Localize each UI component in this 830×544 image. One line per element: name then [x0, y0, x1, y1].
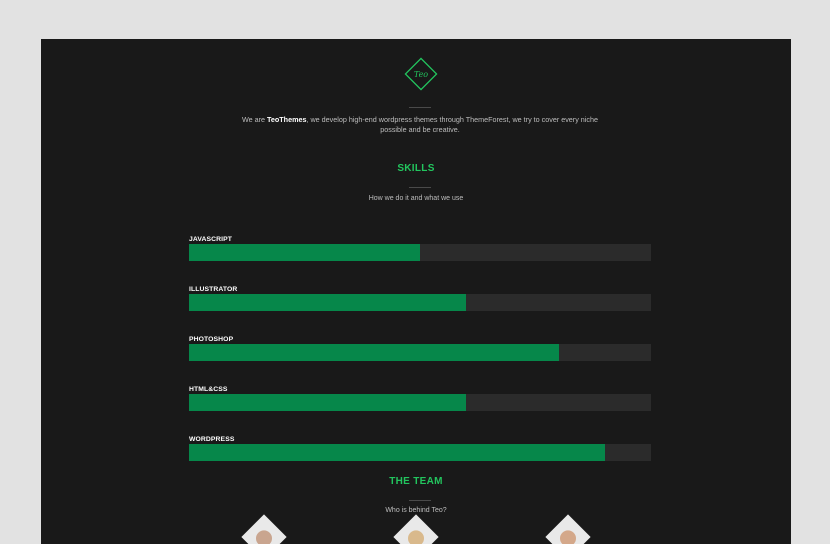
team-subtitle: Who is behind Teo? [385, 507, 447, 514]
skill-wordpress: WORDPRESS [189, 435, 651, 461]
avatar [408, 530, 424, 544]
team-member-photo[interactable] [393, 514, 439, 544]
logo-divider [409, 107, 431, 108]
team-title: THE TEAM [389, 476, 443, 487]
skill-label: JAVASCRIPT [189, 236, 233, 243]
skill-bar-fill [189, 244, 420, 261]
skill-bar-fill [189, 294, 467, 311]
skill-label: PHOTOSHOP [189, 336, 234, 343]
intro-suffix: , we develop high-end wordpress themes t… [306, 115, 598, 134]
intro-prefix: We are [242, 115, 268, 124]
skills-subtitle: How we do it and what we use [368, 195, 464, 202]
intro-brand: TeoThemes [267, 115, 307, 124]
skill-bar-track [189, 294, 651, 311]
skills-divider [409, 187, 431, 188]
intro-text: We are TeoThemes, we develop high-end wo… [241, 115, 599, 134]
skill-label: WORDPRESS [189, 436, 235, 443]
team-divider [409, 500, 431, 501]
skill-bar-track [189, 344, 651, 361]
team-member-photo[interactable] [241, 514, 287, 544]
avatar [256, 530, 272, 544]
team-member-photo[interactable] [545, 514, 591, 544]
skill-javascript: JAVASCRIPT [189, 235, 651, 261]
skills-title: SKILLS [397, 163, 435, 174]
about-section: Teo We are TeoThemes, we develop high-en… [41, 39, 791, 544]
skill-bar-track [189, 394, 651, 411]
avatar [560, 530, 576, 544]
skill-illustrator: ILLUSTRATOR [189, 285, 651, 311]
skill-label: HTML&CSS [189, 386, 228, 393]
logo-diamond-icon: Teo [404, 57, 438, 91]
logo-text: Teo [414, 70, 428, 79]
skill-html-css: HTML&CSS [189, 385, 651, 411]
teo-logo[interactable]: Teo [404, 57, 438, 91]
skill-photoshop: PHOTOSHOP [189, 335, 651, 361]
skill-bar-fill [189, 344, 559, 361]
skill-bar-track [189, 244, 651, 261]
skill-bar-fill [189, 444, 605, 461]
skill-bar-track [189, 444, 651, 461]
skill-bar-fill [189, 394, 467, 411]
skill-label: ILLUSTRATOR [189, 286, 238, 293]
